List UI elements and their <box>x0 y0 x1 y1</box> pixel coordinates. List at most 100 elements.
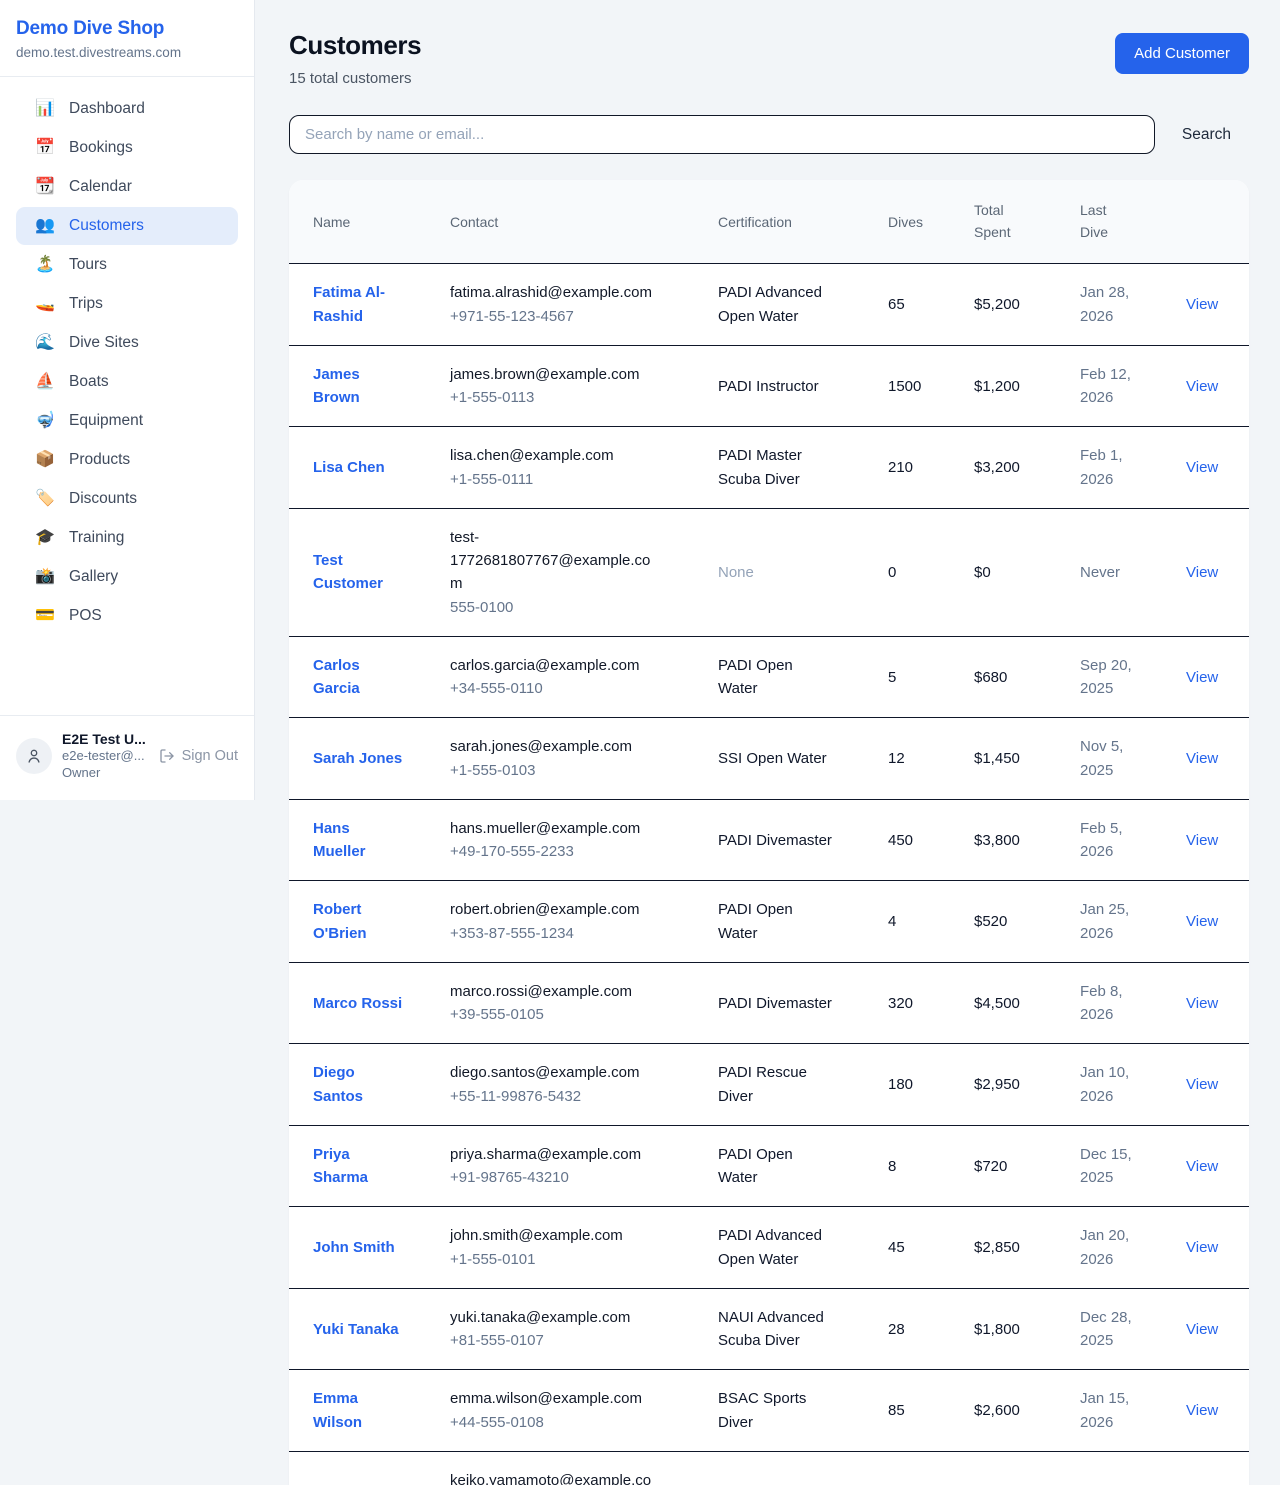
last-dive-date: Nov 5, 2025 <box>1080 735 1142 782</box>
customer-name-link[interactable]: James Brown <box>313 363 403 410</box>
sidebar-item-gallery[interactable]: 📸 Gallery <box>16 558 238 596</box>
sidebar-item-label: Trips <box>69 295 103 313</box>
column-header-last-dive: Last Dive <box>1064 180 1170 264</box>
customer-phone: +353-87-555-1234 <box>450 922 662 945</box>
sidebar-item-label: Discounts <box>69 490 137 508</box>
customer-email: priya.sharma@example.com <box>450 1143 662 1166</box>
package-icon: 📦 <box>34 452 56 468</box>
sidebar-item-dive-sites[interactable]: 🌊 Dive Sites <box>16 324 238 362</box>
view-link[interactable]: View <box>1186 913 1218 930</box>
view-link[interactable]: View <box>1186 296 1218 313</box>
last-dive-date: Dec 28, 2025 <box>1080 1306 1142 1353</box>
customer-email: lisa.chen@example.com <box>450 444 662 467</box>
table-row: Marco Rossi marco.rossi@example.com +39-… <box>289 962 1249 1044</box>
sidebar-item-label: POS <box>69 607 102 625</box>
view-link[interactable]: View <box>1186 378 1218 395</box>
customer-name-link[interactable]: Emma Wilson <box>313 1387 403 1434</box>
view-link[interactable]: View <box>1186 832 1218 849</box>
column-header-name: Name <box>289 180 434 264</box>
table-row: James Brown james.brown@example.com +1-5… <box>289 345 1249 427</box>
customer-name-link[interactable]: John Smith <box>313 1236 395 1259</box>
search-input[interactable] <box>289 115 1155 154</box>
certification-text: SSI Open Water <box>718 747 827 770</box>
sidebar-item-products[interactable]: 📦 Products <box>16 441 238 479</box>
last-dive-date: Jan 10, 2026 <box>1080 1061 1142 1108</box>
view-link[interactable]: View <box>1186 750 1218 767</box>
customer-name-link[interactable]: Sarah Jones <box>313 747 402 770</box>
total-spent: $2,850 <box>958 1207 1064 1289</box>
user-info: E2E Test U... e2e-tester@... Owner <box>62 730 149 782</box>
brand-name: Demo Dive Shop <box>16 18 238 40</box>
last-dive-date: Never <box>1080 561 1120 584</box>
sidebar-item-bookings[interactable]: 📅 Bookings <box>16 129 238 167</box>
dives-count: 95 <box>872 1451 958 1485</box>
total-spent: $2,100 <box>958 1451 1064 1485</box>
customer-name-link[interactable]: Hans Mueller <box>313 817 403 864</box>
sidebar-item-tours[interactable]: 🏝️ Tours <box>16 246 238 284</box>
customer-name-link[interactable]: Robert O'Brien <box>313 898 403 945</box>
certification-text: PADI Divemaster <box>718 992 832 1015</box>
table-header-row: Name Contact Certification Dives Total S… <box>289 180 1249 264</box>
tear-off-calendar-icon: 📆 <box>34 179 56 195</box>
customer-phone: +1-555-0103 <box>450 759 662 782</box>
view-link[interactable]: View <box>1186 1402 1218 1419</box>
sidebar-item-customers[interactable]: 👥 Customers <box>16 207 238 245</box>
sidebar-item-boats[interactable]: ⛵ Boats <box>16 363 238 401</box>
sidebar-item-discounts[interactable]: 🏷️ Discounts <box>16 480 238 518</box>
customer-email: james.brown@example.com <box>450 363 662 386</box>
customer-name-link[interactable]: Fatima Al-Rashid <box>313 281 403 328</box>
last-dive-date: Dec 15, 2025 <box>1080 1143 1142 1190</box>
view-link[interactable]: View <box>1186 564 1218 581</box>
customer-email: carlos.garcia@example.com <box>450 654 662 677</box>
certification-text: PADI Master Scuba Diver <box>718 444 834 491</box>
customer-phone: +34-555-0110 <box>450 677 662 700</box>
table-row: Keiko Yamamoto keiko.yamamoto@example.co… <box>289 1451 1249 1485</box>
dives-count: 28 <box>872 1288 958 1370</box>
sidebar-item-label: Gallery <box>69 568 118 586</box>
user-name: E2E Test U... <box>62 730 149 748</box>
customer-name-link[interactable]: Test Customer <box>313 549 403 596</box>
sidebar-item-equipment[interactable]: 🤿 Equipment <box>16 402 238 440</box>
dives-count: 65 <box>872 264 958 346</box>
view-link[interactable]: View <box>1186 669 1218 686</box>
view-link[interactable]: View <box>1186 1158 1218 1175</box>
brand-block: Demo Dive Shop demo.test.divestreams.com <box>0 0 254 77</box>
add-customer-button[interactable]: Add Customer <box>1115 33 1249 74</box>
customer-count: 15 total customers <box>289 70 421 87</box>
sidebar-item-calendar[interactable]: 📆 Calendar <box>16 168 238 206</box>
view-link[interactable]: View <box>1186 1239 1218 1256</box>
customer-name-link[interactable]: Diego Santos <box>313 1061 403 1108</box>
total-spent: $3,800 <box>958 799 1064 881</box>
view-link[interactable]: View <box>1186 459 1218 476</box>
credit-card-icon: 💳 <box>34 608 56 624</box>
total-spent: $720 <box>958 1125 1064 1207</box>
sign-out-button[interactable]: Sign Out <box>159 748 238 764</box>
view-link[interactable]: View <box>1186 1076 1218 1093</box>
sidebar-item-training[interactable]: 🎓 Training <box>16 519 238 557</box>
sign-out-label: Sign Out <box>182 748 238 764</box>
speedboat-icon: 🚤 <box>34 296 56 312</box>
dives-count: 8 <box>872 1125 958 1207</box>
column-header-total-spent: Total Spent <box>958 180 1064 264</box>
certification-text: None <box>718 561 754 584</box>
customer-name-link[interactable]: Priya Sharma <box>313 1143 403 1190</box>
view-link[interactable]: View <box>1186 1321 1218 1338</box>
sidebar-item-trips[interactable]: 🚤 Trips <box>16 285 238 323</box>
sidebar-item-pos[interactable]: 💳 POS <box>16 597 238 635</box>
customer-phone: +44-555-0108 <box>450 1411 662 1434</box>
sidebar-item-label: Boats <box>69 373 109 391</box>
customer-email: test-1772681807767@example.com <box>450 526 662 596</box>
certification-text: PADI Open Water <box>718 654 834 701</box>
customer-name-link[interactable]: Yuki Tanaka <box>313 1318 399 1341</box>
certification-text: PADI Open Water <box>718 1143 834 1190</box>
view-link[interactable]: View <box>1186 995 1218 1012</box>
customer-name-link[interactable]: Lisa Chen <box>313 456 385 479</box>
customer-name-link[interactable]: Marco Rossi <box>313 992 402 1015</box>
customer-name-link[interactable]: Carlos Garcia <box>313 654 403 701</box>
last-dive-date: Feb 1, 2026 <box>1080 444 1142 491</box>
sidebar-item-label: Products <box>69 451 130 469</box>
sidebar-item-dashboard[interactable]: 📊 Dashboard <box>16 90 238 128</box>
column-header-actions <box>1170 180 1249 264</box>
search-button[interactable]: Search <box>1155 126 1249 144</box>
customer-name-link[interactable]: Keiko Yamamoto <box>313 1481 403 1485</box>
